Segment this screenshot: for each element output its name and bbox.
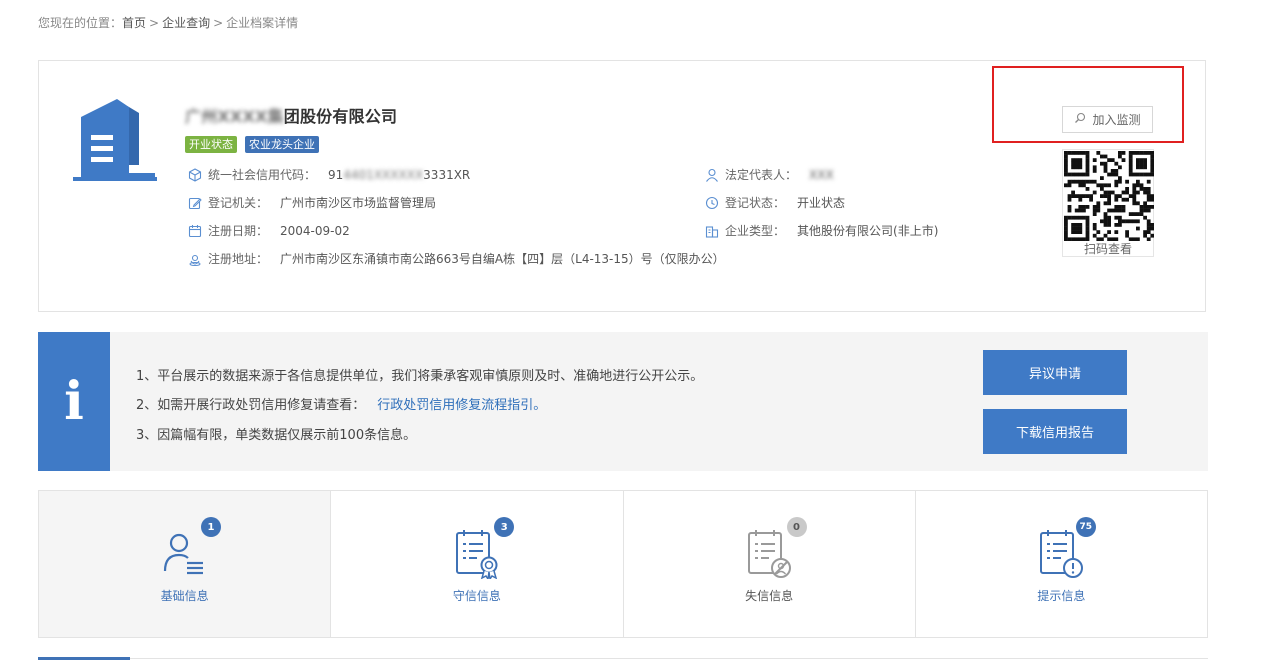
trust-info-label: 守信信息 (452, 589, 501, 603)
checklist-medal-icon (451, 527, 503, 582)
company-card: 广州XXXX集团股份有限公司 开业状态 农业龙头企业 统一社会信用代码： 914… (38, 60, 1206, 312)
credit-code-label: 统一社会信用代码： (208, 168, 317, 182)
legal-rep-value: XXX (809, 167, 834, 182)
objection-apply-button[interactable]: 异议申请 (983, 350, 1127, 395)
basic-info-count-badge: 1 (201, 517, 221, 537)
info-icon: i (38, 332, 110, 471)
company-name-masked: 广州XXXX集 (185, 107, 284, 126)
add-monitor-button[interactable]: 加入监测 (1062, 106, 1153, 133)
credit-code-value: 914401XXXXXX3331XR (328, 168, 470, 182)
notice-line-2-text: 2、如需开展行政处罚信用修复请查看： (136, 398, 366, 413)
breadcrumb-prefix: 您现在的位置： (38, 16, 123, 30)
credit-code-suffix: 3331XR (423, 167, 471, 182)
edit-icon (188, 196, 202, 210)
category-tag: 农业龙头企业 (245, 136, 319, 153)
calendar-icon (188, 224, 202, 238)
notice-line-3: 3、因篇幅有限，单类数据仅展示前100条信息。 (136, 428, 417, 443)
qr-caption: 扫码查看 (1083, 242, 1132, 256)
office-building-icon (705, 224, 719, 238)
credit-repair-guide-link[interactable]: 行政处罚信用修复流程指引。 (377, 398, 546, 413)
warning-info-label: 提示信息 (1037, 589, 1086, 603)
tab-warning-info[interactable]: 75 提示信息 (916, 491, 1207, 637)
breadcrumb-current: 企业档案详情 (226, 16, 299, 30)
credit-code-row: 统一社会信用代码： 914401XXXXXX3331XR (188, 166, 470, 183)
checklist-forbidden-icon (743, 527, 795, 579)
breadcrumb: 您现在的位置：首页 > 企业查询 > 企业档案详情 (38, 14, 298, 31)
reg-date-label: 注册日期： (208, 224, 269, 238)
person-icon (705, 168, 719, 182)
breadcrumb-company-search[interactable]: 企业查询 (162, 16, 210, 30)
warning-info-count-badge: 75 (1075, 517, 1096, 537)
address-row: 注册地址： 广州市南沙区东涌镇市南公路663号自编A栋【四】层（L4-13-15… (188, 250, 725, 267)
breadcrumb-separator: > (149, 16, 160, 30)
company-type-label: 企业类型： (725, 224, 786, 238)
add-monitor-label: 加入监测 (1092, 113, 1141, 127)
qr-code-icon (1064, 151, 1155, 244)
breadcrumb-home[interactable]: 首页 (122, 16, 146, 30)
basic-info-label: 基础信息 (160, 589, 209, 603)
company-type-value: 其他股份有限公司(非上市) (797, 224, 939, 238)
reg-authority-row: 登记机关： 广州市南沙区市场监督管理局 (188, 194, 436, 211)
reg-authority-value: 广州市南沙区市场监督管理局 (280, 196, 437, 210)
breadcrumb-separator: > (213, 16, 224, 30)
reg-date-row: 注册日期： 2004-09-02 (188, 222, 350, 239)
building-icon (67, 95, 157, 190)
company-tags: 开业状态 农业龙头企业 (185, 136, 319, 153)
reg-status-value: 开业状态 (797, 196, 846, 210)
download-credit-report-button[interactable]: 下载信用报告 (983, 409, 1127, 454)
notice-line-2: 2、如需开展行政处罚信用修复请查看： 行政处罚信用修复流程指引。 (136, 394, 546, 413)
reg-status-row: 登记状态： 开业状态 (705, 194, 845, 211)
clock-icon (705, 196, 719, 210)
address-value: 广州市南沙区东涌镇市南公路663号自编A栋【四】层（L4-13-15）号（仅限办… (280, 252, 725, 266)
tab-untrust-info[interactable]: 0 失信信息 (624, 491, 916, 637)
cube-icon (188, 167, 202, 182)
qr-code-card[interactable]: 扫码查看 (1062, 149, 1155, 257)
reg-date-value: 2004-09-02 (280, 223, 350, 238)
reg-status-label: 登记状态： (725, 196, 786, 210)
legal-rep-row: 法定代表人： XXX (705, 166, 834, 183)
location-icon (188, 252, 202, 266)
credit-code-masked: 4401XXXXXX (343, 167, 424, 182)
trust-info-count-badge: 3 (494, 517, 515, 537)
tab-trust-info[interactable]: 3 守信信息 (331, 491, 624, 637)
address-label: 注册地址： (208, 252, 269, 266)
stats-tabs: 1 基础信息 3 守信信息 0 失信信息 75 提示信息 (38, 490, 1208, 638)
company-name-visible: 团股份有限公司 (283, 107, 398, 126)
credit-code-prefix: 91 (328, 167, 344, 182)
company-type-row: 企业类型： 其他股份有限公司(非上市) (705, 222, 938, 239)
legal-rep-label: 法定代表人： (725, 168, 798, 182)
search-icon (1074, 112, 1086, 127)
tab-basic-info[interactable]: 1 基础信息 (39, 491, 332, 637)
status-tag: 开业状态 (185, 136, 237, 153)
user-list-icon (159, 527, 211, 579)
company-name: 广州XXXX集团股份有限公司 (185, 103, 397, 127)
untrust-info-count-badge: 0 (786, 517, 807, 537)
notice-panel: i 1、平台展示的数据来源于各信息提供单位，我们将秉承客观审慎原则及时、准确地进… (38, 332, 1208, 471)
untrust-info-label: 失信信息 (745, 589, 794, 603)
reg-authority-label: 登记机关： (208, 196, 269, 210)
notice-line-1: 1、平台展示的数据来源于各信息提供单位，我们将秉承客观审慎原则及时、准确地进行公… (136, 369, 704, 384)
